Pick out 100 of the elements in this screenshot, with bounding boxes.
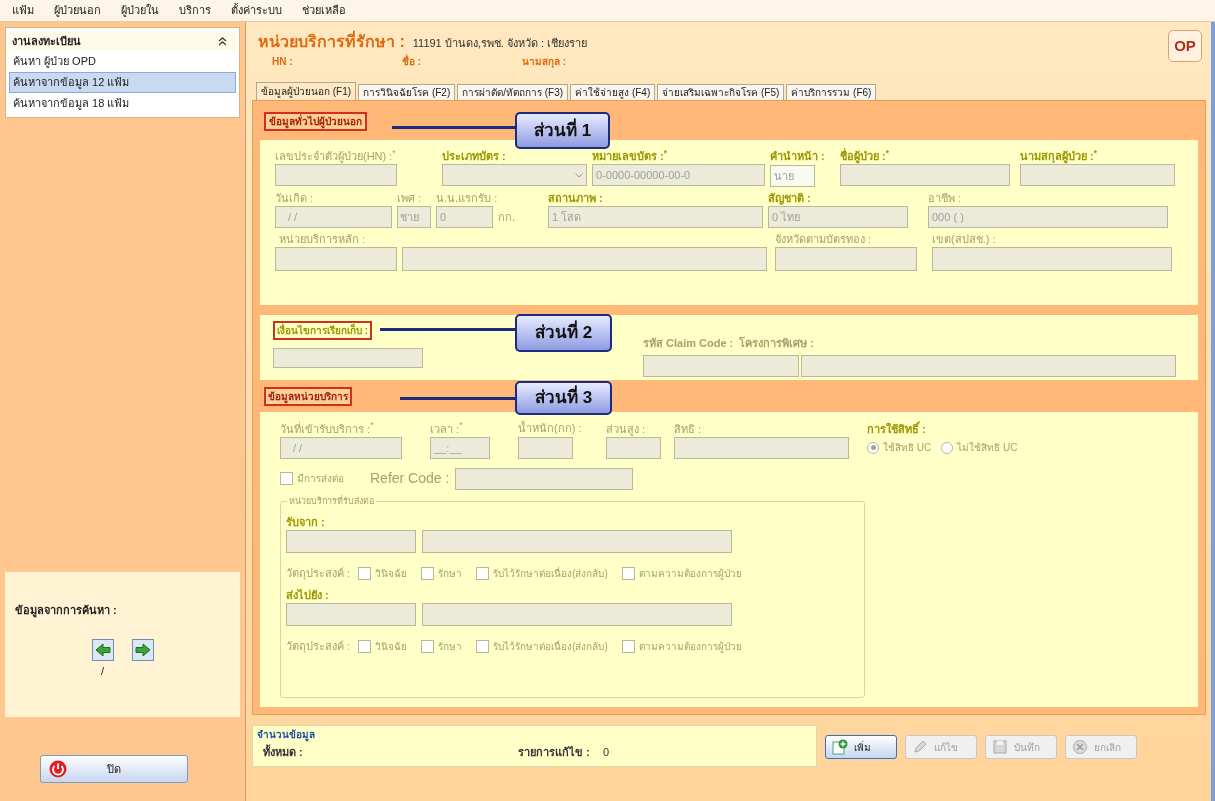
checkbox[interactable] — [476, 640, 490, 653]
field-label: สถานภาพ : — [548, 190, 604, 206]
field-label: ส่วนสูง : — [606, 421, 647, 437]
surname-label: นามสกุล : — [522, 55, 567, 69]
left-arrow-icon — [94, 642, 111, 657]
field-label: Refer Code : — [370, 469, 450, 488]
field-label: หมายเลขบัตร :$^{*}$ — [592, 148, 668, 164]
text-field[interactable] — [422, 529, 732, 553]
tab[interactable]: ค่าใช้จ่ายสูง (F4) — [570, 84, 656, 100]
checkbox[interactable] — [621, 640, 635, 653]
text-field[interactable] — [402, 246, 767, 271]
field-label: การใช้สิทธิ์ : — [867, 420, 927, 437]
field-label: สัญชาติ : — [768, 190, 812, 206]
dropdown[interactable] — [801, 355, 1176, 377]
right-arrow-icon — [134, 642, 151, 657]
text-field[interactable] — [775, 246, 917, 271]
tab[interactable]: ค่าบริการรวม (F6) — [786, 84, 877, 100]
dropdown[interactable] — [674, 436, 849, 459]
save-icon — [992, 739, 1008, 755]
checkbox[interactable] — [280, 472, 293, 485]
menu-item[interactable]: ช่วยเหลือ — [292, 0, 356, 21]
checkbox[interactable] — [421, 567, 435, 580]
checkbox-label: รับไว้รักษาต่อเนื่อง(ส่งกลับ) — [493, 566, 608, 581]
add-icon — [832, 739, 848, 755]
power-icon — [49, 760, 67, 778]
search-result-label: ข้อมูลจากการค้นหา : — [15, 603, 117, 619]
sidebar-item[interactable]: ค้นหาจากข้อมูล 12 แฟ้ม — [9, 72, 236, 93]
section-title: ข้อมูลทั่วไปผู้ป่วยนอก — [264, 112, 367, 131]
dropdown[interactable] — [442, 164, 587, 186]
checkbox-label: วินิจฉัย — [375, 640, 408, 654]
pencil-icon — [912, 739, 928, 755]
checkbox-label: รับไว้รักษาต่อเนื่อง(ส่งกลับ) — [493, 639, 608, 654]
field-label: เขต(สปสช.) : — [932, 231, 997, 247]
next-button[interactable] — [131, 638, 154, 661]
menu-item[interactable]: บริการ — [169, 0, 221, 21]
cancel-icon — [1072, 739, 1088, 755]
radio-button[interactable] — [867, 441, 879, 454]
checkbox-label: รักษา — [438, 567, 463, 581]
checkbox-label: วินิจฉัย — [375, 567, 408, 581]
checkbox[interactable] — [421, 640, 435, 653]
radio-label: ไม่ใช้สิทธิ UC — [957, 441, 1018, 455]
sidebar-title: งานลงทะเบียน — [12, 33, 81, 49]
callout: ส่วนที่ 3 — [515, 381, 612, 415]
text-field[interactable] — [932, 246, 1172, 271]
field-label: นามสกุลผู้ป่วย :$^{*}$ — [1020, 148, 1098, 164]
menu-item[interactable]: ผู้ป่วยใน — [111, 0, 169, 21]
checkbox[interactable] — [621, 567, 635, 580]
text-field[interactable] — [840, 164, 1010, 186]
text-field[interactable] — [422, 602, 732, 626]
menu-item[interactable]: ตั้งค่าระบบ — [221, 0, 292, 21]
unit-value: 11191 บ้านดง,รพช. จังหวัด : เชียงราย — [412, 36, 588, 51]
tab[interactable]: ข้อมูลผู้ป่วยนอก (F1) — [256, 82, 357, 100]
unit-label: กก. — [498, 209, 517, 225]
text-field[interactable] — [286, 602, 416, 626]
add-button[interactable]: เพิ่ม — [825, 735, 897, 759]
text-field[interactable] — [455, 467, 634, 490]
text-field[interactable] — [1020, 164, 1175, 186]
summary-title: จำนวนข้อมูล — [257, 728, 315, 742]
menu-item[interactable]: ผู้ป่วยนอก — [44, 0, 111, 21]
tab[interactable]: การผ่าตัด/หัตถการ (F3) — [457, 84, 569, 100]
field-label: รหัส Claim Code : — [643, 336, 734, 351]
sidebar-item[interactable]: ค้นหาจากข้อมูล 18 แฟ้ม — [9, 93, 236, 114]
name-label: ชื่อ : — [402, 54, 423, 69]
checkbox[interactable] — [476, 567, 490, 580]
text-field[interactable] — [518, 436, 573, 459]
field-label: สิทธิ : — [674, 421, 703, 437]
checkbox[interactable] — [358, 567, 372, 580]
sidebar-item[interactable]: ค้นหา ผู้ป่วย OPD — [9, 51, 236, 72]
close-button[interactable]: ปิด — [40, 755, 188, 783]
section-title: ข้อมูลหน่วยบริการ — [264, 386, 352, 406]
checkbox-label: มีการส่งต่อ — [297, 472, 344, 486]
checkbox-label: ตามความต้องการผู้ป่วย — [638, 567, 742, 581]
radio-label: ใช้สิทธิ UC — [883, 441, 932, 455]
field-label: ชื่อผู้ป่วย :$^{*}$ — [840, 148, 890, 164]
field-label: คำนำหน้า : — [770, 149, 825, 164]
field-label: เวลา :$^{*}$ — [430, 420, 464, 437]
field-label: โครงการพิเศษ : — [739, 335, 815, 351]
text-field[interactable] — [275, 164, 397, 186]
edited-count: 0 — [603, 744, 610, 760]
menu-item[interactable]: แฟ้ม — [2, 0, 44, 21]
unit-title: หน่วยบริการที่รักษา : — [258, 30, 405, 54]
checkbox[interactable] — [358, 640, 372, 653]
field-label: อาชีพ : — [928, 190, 963, 206]
tab[interactable]: จ่ายเสริมเฉพาะกิจโรค (F5) — [657, 84, 785, 100]
field-label: หน่วยบริการหลัก : — [278, 231, 367, 247]
text-field[interactable] — [643, 355, 799, 377]
radio-button[interactable] — [941, 441, 954, 454]
field-label: เพศ : — [397, 190, 423, 206]
previous-button[interactable] — [91, 638, 114, 661]
total-label: ทั้งหมด : — [263, 743, 304, 760]
text-field[interactable] — [286, 529, 416, 553]
dropdown[interactable] — [273, 348, 423, 368]
text-field[interactable] — [606, 436, 661, 459]
section-title: เงื่อนไขการเรียกเก็บ : — [273, 321, 373, 340]
hn-label: HN : — [272, 55, 294, 69]
tab[interactable]: การวินิจฉัยโรค (F2) — [358, 84, 456, 100]
text-field[interactable] — [275, 246, 397, 271]
callout: ส่วนที่ 2 — [515, 314, 612, 352]
collapse-icon[interactable] — [218, 36, 227, 46]
checkbox-label: รักษา — [438, 640, 463, 654]
